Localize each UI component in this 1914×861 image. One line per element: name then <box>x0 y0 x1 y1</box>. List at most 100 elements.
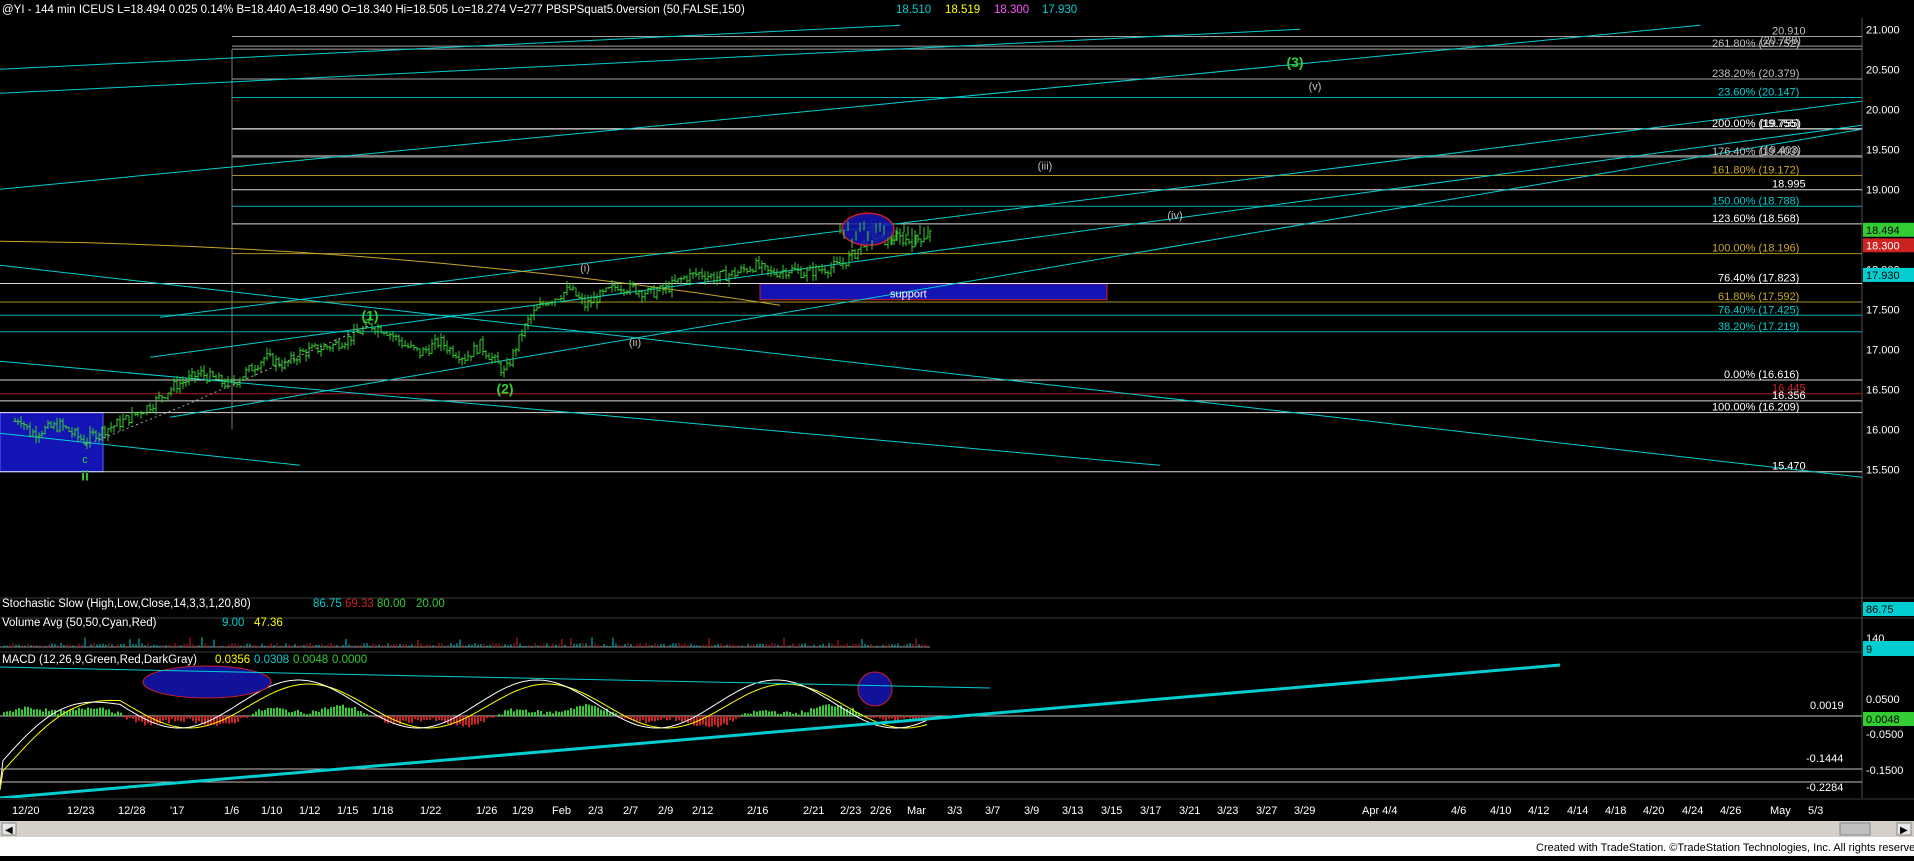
macd-highlight-ellipse-right <box>857 671 893 707</box>
volume-value-2: 47.36 <box>254 617 283 629</box>
price-axis-tick: 16.000 <box>1866 424 1900 436</box>
wave-count-label: (i) <box>580 263 590 275</box>
date-axis-tick: 12/28 <box>118 805 146 817</box>
fib-level-label: (19.755) <box>1760 118 1801 130</box>
volume-title: Volume Avg (50,50,Cyan,Red) <box>2 617 157 629</box>
date-axis-tick: Mar <box>907 805 926 817</box>
tradestation-chart[interactable]: support 20.910 261.80% (20.752) (20.788) 238… <box>0 0 1914 856</box>
stochastic-d: 69.33 <box>345 598 374 610</box>
price-axis-tick: 17.500 <box>1866 304 1900 316</box>
fib-level-label: 238.20% (20.379) <box>1712 68 1799 80</box>
fib-level-label: 0.00% (16.616) <box>1724 369 1799 381</box>
symbol-header: @YI - 144 min ICEUS L=18.494 0.025 0.14%… <box>2 4 745 16</box>
date-axis-tick: 3/29 <box>1294 805 1315 817</box>
date-axis-tick: 2/7 <box>623 805 638 817</box>
fib-level-label: 38.20% (17.219) <box>1718 321 1799 333</box>
date-axis-tick: May <box>1770 805 1791 817</box>
date-axis-tick: 1/18 <box>372 805 393 817</box>
price-axis-tick: 20.500 <box>1866 64 1900 76</box>
price-axis-tick: 21.000 <box>1866 24 1900 36</box>
price-axis-tick: 19.500 <box>1866 144 1900 156</box>
price-badge-value: 18.300 <box>1866 240 1900 252</box>
date-axis-tick: 2/16 <box>747 805 768 817</box>
date-axis-tick: 2/23 <box>840 805 861 817</box>
fib-level-label: 23.60% (20.147) <box>1718 87 1799 99</box>
date-axis-tick: 1/15 <box>337 805 358 817</box>
date-axis-tick: 1/10 <box>261 805 282 817</box>
header-value-1: 18.510 <box>896 4 931 16</box>
horizontal-scrollbar[interactable] <box>0 821 1914 837</box>
macd-title: MACD (12,26,9,Green,Red,DarkGray) <box>2 654 197 666</box>
date-axis-tick: 2/9 <box>658 805 673 817</box>
date-axis-tick: 4/24 <box>1682 805 1703 817</box>
fib-level-label: 150.00% (18.788) <box>1712 195 1799 207</box>
date-axis-tick: 4/14 <box>1567 805 1588 817</box>
price-axis-tick: 15.500 <box>1866 464 1900 476</box>
price-axis-tick: 20.000 <box>1866 104 1900 116</box>
date-axis-tick: '17 <box>170 805 184 817</box>
wave-count-label: (2) <box>496 380 513 396</box>
wave-count-label: (1) <box>361 308 378 324</box>
date-axis-tick: 3/15 <box>1101 805 1122 817</box>
date-axis-tick: 3/21 <box>1179 805 1200 817</box>
price-badge-value: 17.930 <box>1866 270 1900 282</box>
fib-level-label: 15.470 <box>1772 461 1806 473</box>
date-axis-tick: 3/27 <box>1256 805 1277 817</box>
wave-count-label: (v) <box>1309 81 1322 93</box>
wave-count-label: (ii) <box>629 337 641 349</box>
date-axis-tick: 2/21 <box>803 805 824 817</box>
date-axis-tick: 1/6 <box>224 805 239 817</box>
date-axis-tick: 2/3 <box>588 805 603 817</box>
fib-level-label: 61.80% (17.592) <box>1718 291 1799 303</box>
date-axis-tick: Feb <box>552 805 571 817</box>
macd-axis-badge-value: 0.0048 <box>1866 714 1900 726</box>
macd-value-1: 0.0356 <box>215 654 250 666</box>
macd-axis-3: -0.1500 <box>1866 765 1903 777</box>
support-zone-label: support <box>890 288 927 300</box>
stochastic-k: 86.75 <box>313 598 342 610</box>
macd-level-label-1: 0.0019 <box>1810 700 1844 712</box>
fib-level-label: 18.995 <box>1772 179 1806 191</box>
fib-level-label: 100.00% (18.196) <box>1712 243 1799 255</box>
wave-count-label: c <box>82 454 88 466</box>
scroll-right-arrow-icon: ▶ <box>1900 825 1908 836</box>
price-axis-tick: 17.000 <box>1866 344 1900 356</box>
date-axis-tick: 3/13 <box>1062 805 1083 817</box>
macd-value-2: 0.0308 <box>254 654 289 666</box>
header-value-2: 18.519 <box>945 4 980 16</box>
fib-level-label: 161.80% (19.172) <box>1712 165 1799 177</box>
fib-level-label: 76.40% (17.425) <box>1718 304 1799 316</box>
date-axis-tick: 3/23 <box>1217 805 1238 817</box>
date-axis-tick: 3/3 <box>947 805 962 817</box>
scroll-thumb[interactable] <box>1839 822 1871 836</box>
fib-level-label: (20.788) <box>1760 35 1801 47</box>
chart-canvas: support20.910261.80% (20.752)(20.788)238… <box>0 0 1914 856</box>
wave-count-label: (iii) <box>1038 160 1053 172</box>
stochastic-ob: 80.00 <box>377 598 406 610</box>
macd-axis-2: -0.0500 <box>1866 729 1903 741</box>
fib-level-label: 16.356 <box>1772 390 1806 402</box>
date-axis-tick: 4/6 <box>1451 805 1466 817</box>
header-value-3: 18.300 <box>994 4 1029 16</box>
wave-count-label: (iv) <box>1167 210 1182 222</box>
date-axis-tick: 4/20 <box>1643 805 1664 817</box>
fib-level-label: (19.403) <box>1760 145 1801 157</box>
date-axis-tick: 4/26 <box>1720 805 1741 817</box>
price-axis-tick: 16.500 <box>1866 384 1900 396</box>
fib-level-label: 100.00% (16.209) <box>1712 402 1799 414</box>
date-axis-tick: 3/7 <box>985 805 1000 817</box>
date-axis-tick: 4/12 <box>1528 805 1549 817</box>
price-badge-value: 18.494 <box>1866 225 1900 237</box>
date-axis-tick: 3/17 <box>1140 805 1161 817</box>
volume-axis-badge-value: 9 <box>1866 644 1872 656</box>
date-axis-tick: 1/29 <box>512 805 533 817</box>
date-axis-tick: 12/23 <box>67 805 95 817</box>
date-axis-tick: 1/12 <box>299 805 320 817</box>
volume-value-1: 9.00 <box>222 617 244 629</box>
wave-count-label: (3) <box>1286 54 1303 70</box>
macd-level-label-2: -0.1444 <box>1806 753 1843 765</box>
fib-level-label: 76.40% (17.823) <box>1718 272 1799 284</box>
date-axis-tick: 2/12 <box>692 805 713 817</box>
date-axis-tick: 5/3 <box>1808 805 1823 817</box>
date-axis-tick: 4/18 <box>1605 805 1626 817</box>
